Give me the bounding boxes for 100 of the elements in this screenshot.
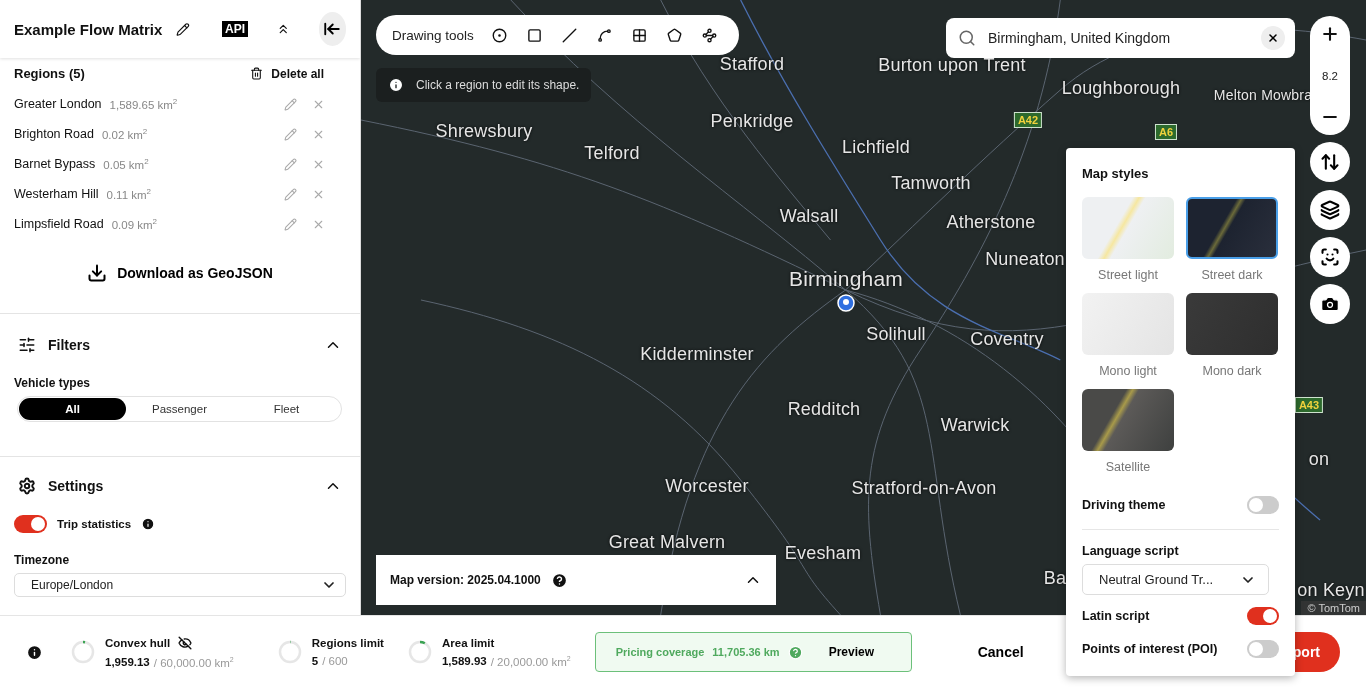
circle-tool-icon[interactable]	[491, 27, 507, 43]
help-icon[interactable]	[550, 571, 568, 589]
edit-icon[interactable]	[176, 20, 191, 38]
pricing-coverage-value: 11,705.36 km	[712, 646, 780, 658]
vehicle-type-option[interactable]: Fleet	[233, 398, 340, 420]
map-version-bar[interactable]: Map version: 2025.04.1000	[376, 555, 776, 605]
vehicle-type-option[interactable]: All	[19, 398, 126, 420]
map-label: Telford	[584, 142, 640, 164]
language-script-select[interactable]: Neutral Ground Tr...	[1082, 564, 1269, 595]
layers-button[interactable]	[1310, 190, 1350, 230]
toggle-switch[interactable]	[1247, 640, 1279, 658]
region-area: 1,589.65 km$^{2}$	[109, 97, 178, 111]
settings-heading: Settings	[48, 478, 105, 494]
close-icon[interactable]	[1267, 32, 1279, 44]
map-label: Stafford	[719, 53, 785, 75]
region-area: 0.11 km$^{2}$	[106, 187, 152, 201]
toggle-switch[interactable]	[14, 515, 47, 533]
swap-button[interactable]	[1310, 142, 1350, 182]
collapse-panel-button[interactable]	[318, 12, 346, 46]
map-label: Kidderminster	[640, 343, 754, 365]
vehicle-type-option[interactable]: Passenger	[126, 398, 233, 420]
map-style-name: Satellite	[1105, 460, 1151, 474]
arrow-left-to-line-icon[interactable]	[323, 20, 342, 38]
trip-statistics-label: Trip statistics	[57, 518, 132, 530]
stat-label: Convex hull	[105, 636, 171, 649]
info-icon	[388, 77, 404, 93]
map-style-thumbnail[interactable]	[1082, 197, 1174, 259]
download-geojson-button[interactable]: Download as GeoJSON	[83, 259, 277, 287]
search-field[interactable]: Birmingham, United Kingdom	[946, 18, 1295, 58]
info-icon[interactable]	[26, 643, 43, 661]
road-shield: A6	[1154, 124, 1178, 140]
polygon-tool-icon[interactable]	[666, 27, 682, 43]
latin-script-label: Latin script	[1082, 609, 1150, 623]
camera-button[interactable]	[1310, 284, 1350, 324]
preview-button[interactable]: Preview	[822, 644, 881, 660]
region-area: 0.02 km$^{2}$	[101, 127, 148, 141]
vehicle-types-label: Vehicle types	[14, 376, 92, 390]
map-label: Melton Mowbra	[1213, 87, 1313, 103]
region-name[interactable]: Westerham Hill	[14, 187, 99, 201]
toggle-switch[interactable]	[1247, 496, 1279, 514]
region-name[interactable]: Brighton Road	[14, 127, 94, 141]
rectangle-tool-icon[interactable]	[526, 27, 542, 43]
map-label: Penkridge	[710, 110, 794, 132]
map-label: Worcester	[665, 475, 749, 497]
map-label: Evesham	[784, 542, 862, 564]
region-name[interactable]: Limpsfield Road	[14, 217, 104, 231]
route-tool-icon[interactable]	[701, 27, 717, 43]
stat-limit: / 600	[322, 655, 348, 667]
progress-ring	[407, 640, 432, 664]
locate-button[interactable]	[1310, 237, 1350, 277]
region-name[interactable]: Greater London	[14, 97, 102, 111]
pricing-coverage-label: Pricing coverage	[615, 646, 705, 658]
layers-icon[interactable]	[1320, 200, 1340, 220]
sliders-icon	[18, 336, 36, 354]
timezone-select[interactable]: Europe/London	[14, 573, 346, 597]
line-tool-icon[interactable]	[561, 27, 577, 43]
focus-frame-icon[interactable]	[1320, 247, 1340, 267]
progress-ring	[71, 640, 95, 664]
stat-value: 1,589.93	[441, 655, 487, 668]
road-shield: A42	[1013, 112, 1043, 128]
cancel-button[interactable]: Cancel	[971, 643, 1030, 661]
map-style-thumbnail[interactable]	[1082, 389, 1174, 451]
map-style-thumbnail[interactable]	[1186, 197, 1278, 259]
road-shield: A43	[1294, 397, 1324, 413]
map-label: Great Malvern	[608, 531, 726, 553]
search-icon	[958, 29, 976, 47]
info-icon[interactable]	[141, 517, 156, 531]
eye-off-icon[interactable]	[178, 635, 193, 650]
api-badge[interactable]: API	[222, 21, 249, 37]
delete-all-button[interactable]: Delete all	[250, 66, 324, 81]
region-name[interactable]: Barnet Bypass	[14, 157, 96, 171]
clear-search-button[interactable]	[1261, 26, 1285, 50]
map-label: Stratford-on-Avon	[851, 477, 997, 499]
download-icon	[87, 263, 108, 283]
map-label: Shrewsbury	[435, 120, 533, 142]
map-style-thumbnail[interactable]	[1082, 293, 1174, 355]
map-pin-icon[interactable]	[837, 294, 855, 314]
zoom-level: 8.2	[1322, 69, 1338, 82]
curve-tool-icon[interactable]	[596, 27, 612, 43]
up-down-arrows-icon[interactable]	[1320, 152, 1340, 172]
map-label: Lichfield	[842, 136, 910, 158]
map-label: on	[1308, 448, 1330, 470]
map-label: Tamworth	[891, 172, 971, 194]
stat-limit: / 20,000.00 km$^{2}$	[490, 654, 571, 668]
gear-icon	[18, 477, 36, 495]
regions-heading: Regions (5)	[14, 66, 85, 81]
map-label: Redditch	[787, 398, 861, 420]
map-label: Loughborough	[1061, 77, 1181, 99]
zoom-in-icon[interactable]	[1320, 24, 1340, 44]
region-area: 0.09 km$^{2}$	[111, 217, 157, 231]
map-style-name: Street light	[1098, 268, 1158, 282]
map-style-thumbnail[interactable]	[1186, 293, 1278, 355]
poi-label: Points of interest (POI)	[1082, 642, 1218, 656]
project-title: Example Flow Matrix	[14, 20, 163, 38]
map-label: Nuneaton	[985, 248, 1065, 270]
map-label: Walsall	[779, 205, 839, 227]
grid-tool-icon[interactable]	[631, 27, 647, 43]
driving-theme-label: Driving theme	[1082, 498, 1166, 512]
toggle-switch[interactable]	[1247, 607, 1279, 625]
map-style-name: Mono dark	[1202, 364, 1262, 378]
